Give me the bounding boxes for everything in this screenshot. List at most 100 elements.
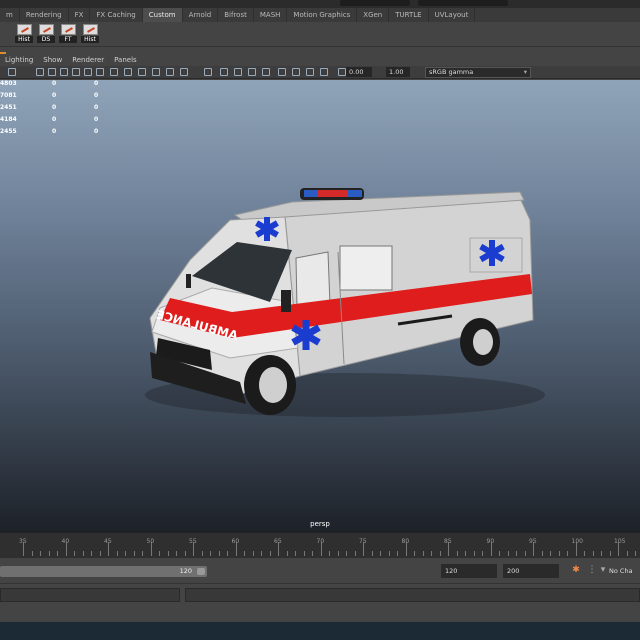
shelf-button-ft[interactable]: FT xyxy=(59,24,77,44)
select-icon[interactable] xyxy=(262,68,270,76)
timeline-tick xyxy=(167,551,169,556)
menu-strip xyxy=(0,0,640,8)
select-camera-icon[interactable] xyxy=(8,68,16,76)
timeline-tick xyxy=(91,551,92,556)
timeline-tick xyxy=(465,551,466,556)
menu-field[interactable] xyxy=(340,0,410,6)
grid-icon[interactable] xyxy=(36,68,44,76)
xray-joints-icon[interactable] xyxy=(220,68,228,76)
timeline-tick xyxy=(337,551,339,556)
light-bar-blue-2 xyxy=(348,190,362,197)
menu-show[interactable]: Show xyxy=(38,56,67,64)
shelf-tab-arnold[interactable]: Arnold xyxy=(183,8,219,22)
timeline-label: 65 xyxy=(274,538,282,545)
timeline-tick xyxy=(184,551,186,556)
shadows-icon[interactable] xyxy=(152,68,160,76)
smooth-shade-icon[interactable] xyxy=(110,68,118,76)
shelf-button-hist-2[interactable]: Hist xyxy=(81,24,99,44)
resolution-gate-icon[interactable] xyxy=(60,68,68,76)
character-set-dropdown[interactable]: No Cha xyxy=(609,564,640,578)
timeline-tick xyxy=(584,551,585,556)
os-taskbar xyxy=(0,622,640,640)
shelf-tab-fx[interactable]: FX xyxy=(69,8,91,22)
snap-icon[interactable] xyxy=(292,68,300,76)
range-handle[interactable] xyxy=(197,568,205,575)
shelf-tab-custom[interactable]: Custom xyxy=(142,8,183,22)
timeline-label: 100 xyxy=(571,538,583,545)
timeline-label: 60 xyxy=(231,538,240,545)
xray-icon[interactable] xyxy=(204,68,212,76)
timeline-tick xyxy=(567,551,568,556)
command-input[interactable] xyxy=(0,588,180,602)
timeline-tick xyxy=(261,551,262,556)
van-mirror xyxy=(281,290,291,312)
playback-end-field[interactable]: 200 xyxy=(503,564,559,578)
menu-renderer[interactable]: Renderer xyxy=(67,56,109,64)
light-bar-red xyxy=(318,190,348,197)
bounding-box-icon[interactable] xyxy=(248,68,256,76)
shelf-button-ds[interactable]: DS xyxy=(37,24,55,44)
timeline-tick xyxy=(82,551,84,556)
van-mirror-left xyxy=(186,274,191,288)
shelf-tab-bifrost[interactable]: Bifrost xyxy=(218,8,254,22)
shelf-button-hist[interactable]: Hist xyxy=(15,24,33,44)
backface-icon[interactable] xyxy=(234,68,242,76)
light-bar-blue xyxy=(304,190,318,197)
lighting-icon[interactable] xyxy=(138,68,146,76)
exposure-field[interactable]: 0.00 xyxy=(346,67,372,77)
shelf-tabs: m Rendering FX FX Caching Custom Arnold Bifros… xyxy=(0,8,640,22)
timeline-label: 40 xyxy=(61,538,70,545)
freeze-transform-icon xyxy=(60,24,76,35)
auto-key-icon[interactable]: ✱ xyxy=(570,564,582,576)
isolate-icon[interactable] xyxy=(180,68,188,76)
timeline-tick xyxy=(312,551,313,556)
timeline-tick xyxy=(626,551,628,556)
shelf-tab-uvlayout[interactable]: UVLayout xyxy=(429,8,476,22)
van-side-window xyxy=(339,245,393,291)
wireframe-icon[interactable] xyxy=(96,68,104,76)
timeline-label: 70 xyxy=(316,538,325,545)
shelf-tab-rendering[interactable]: Rendering xyxy=(20,8,69,22)
shelf-tab-turtle[interactable]: TURTLE xyxy=(389,8,429,22)
timeline-tick xyxy=(456,551,458,556)
safe-area-icon[interactable] xyxy=(72,68,80,76)
time-slider[interactable]: 35 40 45 50 55 60 65 70 75 80 85 90 95 100 105 xyxy=(0,532,640,558)
textured-icon[interactable] xyxy=(124,68,132,76)
range-slider[interactable]: 120 xyxy=(0,566,207,577)
timeline-label: 90 xyxy=(486,538,495,545)
film-gate-icon[interactable] xyxy=(48,68,56,76)
color-space-dropdown[interactable]: sRGB gamma ▾ xyxy=(425,67,531,78)
chevron-down-icon[interactable]: ▾ xyxy=(597,564,609,576)
gamma-icon[interactable] xyxy=(338,68,346,76)
timeline-tick xyxy=(142,551,143,556)
shelf-tab-mash[interactable]: MASH xyxy=(254,8,288,22)
shelf-tab-xgen[interactable]: XGen xyxy=(357,8,390,22)
transform-icon[interactable] xyxy=(278,68,286,76)
ambient-occlusion-icon[interactable] xyxy=(166,68,174,76)
ambulance-model[interactable]: AMBULANCE xyxy=(0,80,640,532)
timeline-tick xyxy=(244,551,245,556)
display-icon[interactable] xyxy=(306,68,314,76)
camera-label: persp xyxy=(310,520,330,528)
shelf-tab-fx-caching[interactable]: FX Caching xyxy=(90,8,143,22)
gamma-field[interactable]: 1.00 xyxy=(386,67,410,77)
menu-field[interactable] xyxy=(418,0,508,6)
delete-history-icon xyxy=(38,24,54,35)
range-slider-bar: 120 120 200 ✱ ⋮ ▾ No Cha xyxy=(0,559,640,583)
viewport-persp[interactable]: 4803 0 0 7081 0 0 2451 0 0 4184 0 0 2455 0 0 AMBULANCE xyxy=(0,80,640,532)
help-line xyxy=(0,605,640,622)
timeline-tick xyxy=(74,551,75,556)
timeline-tick xyxy=(57,551,58,556)
exposure-icon[interactable] xyxy=(320,68,328,76)
timeline-tick xyxy=(499,551,500,556)
playback-start-field[interactable]: 120 xyxy=(441,564,497,578)
shelf-tab-motion-graphics[interactable]: Motion Graphics xyxy=(287,8,358,22)
menu-panels[interactable]: Panels xyxy=(109,56,142,64)
timeline-tick xyxy=(431,551,432,556)
timeline-tick xyxy=(269,551,271,556)
timeline-tick xyxy=(48,551,50,556)
shelf-tab-m[interactable]: m xyxy=(0,8,20,22)
timeline-label: 75 xyxy=(359,538,367,545)
menu-lighting[interactable]: Lighting xyxy=(0,56,38,64)
field-chart-icon[interactable] xyxy=(84,68,92,76)
